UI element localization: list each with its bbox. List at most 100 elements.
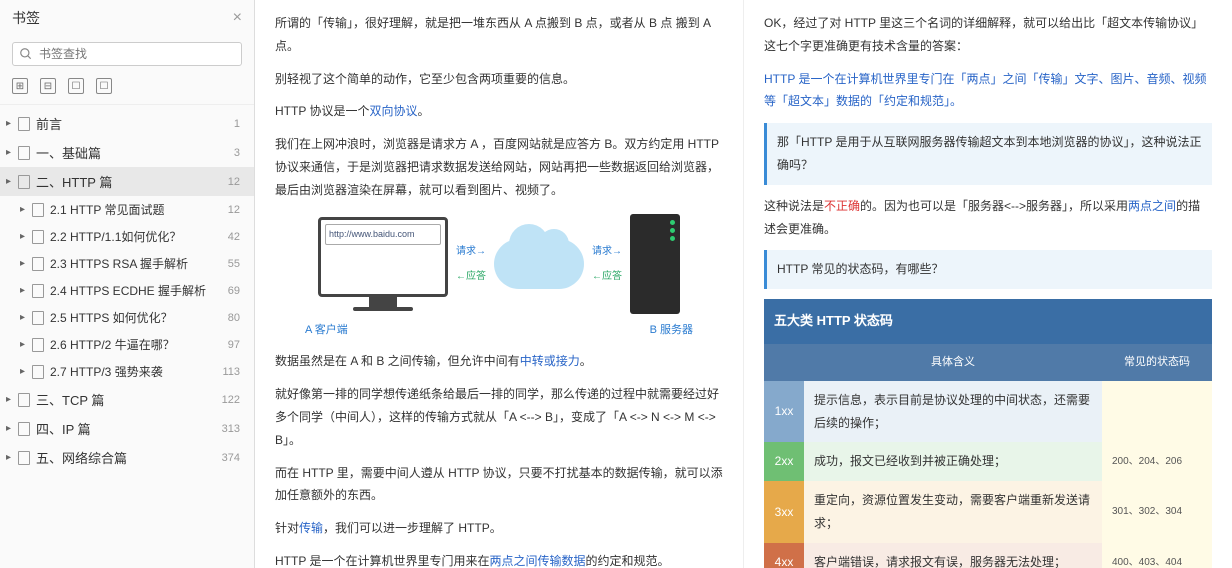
search-icon — [19, 47, 33, 61]
doc-icon — [32, 365, 44, 379]
bookmark-item[interactable]: ▸2.4 HTTPS ECDHE 握手解析69 — [0, 277, 254, 304]
cloud-icon — [494, 239, 584, 289]
table-row: 4xx客户端错误，请求报文有误，服务器无法处理；400、403、404 — [764, 543, 1212, 568]
sidebar-tools: ⊞ ⊟ ☐ ☐ — [0, 72, 254, 105]
paragraph: 针对传输，我们可以进一步理解了 HTTP。 — [275, 517, 723, 540]
caret-icon: ▸ — [6, 452, 16, 463]
doc-icon — [32, 284, 44, 298]
summary-link[interactable]: HTTP 是一个在计算机世界里专门在「两点」之间「传输」文字、图片、音频、视频等… — [764, 72, 1206, 109]
page-number: 313 — [222, 423, 244, 435]
page-number: 55 — [228, 258, 244, 270]
bookmark-icon[interactable]: ☐ — [68, 78, 84, 94]
caret-icon: ▸ — [20, 339, 30, 350]
page-number: 12 — [228, 176, 244, 188]
table-row: 2xx成功，报文已经收到并被正确处理；200、204、206 — [764, 442, 1212, 481]
paragraph: 我们在上网冲浪时，浏览器是请求方 A ，百度网站就是应答方 B。双方约定用 HT… — [275, 133, 723, 201]
caret-icon: ▸ — [20, 204, 30, 215]
bookmark-item[interactable]: ▸一、基础篇3 — [0, 138, 254, 167]
bookmark2-icon[interactable]: ☐ — [96, 78, 112, 94]
bookmark-item[interactable]: ▸ 2.6 HTTP/2 牛逼在哪？97 — [0, 331, 254, 358]
bookmark-label: 前言 — [36, 114, 234, 133]
paragraph: HTTP 协议是一个双向协议。 — [275, 100, 723, 123]
paragraph: 这种说法是不正确的。因为也可以是「服务器<-->服务器」，所以采用两点之间的描述… — [764, 195, 1212, 241]
bookmark-item[interactable]: ▸2.1 HTTP 常见面试题12 — [0, 196, 254, 223]
close-icon[interactable]: × — [233, 9, 242, 27]
bookmark-item[interactable]: ▸ 2.5 HTTPS 如何优化？80 — [0, 304, 254, 331]
bookmark-label: 2.6 HTTP/2 牛逼在哪？ — [50, 336, 228, 353]
bookmark-label: 2.2 HTTP/1.1如何优化？ — [50, 228, 228, 245]
doc-icon — [18, 175, 30, 189]
bookmark-label: 一、基础篇 — [36, 143, 234, 162]
caret-icon: ▸ — [6, 394, 16, 405]
bookmark-item[interactable]: ▸ 2.3 HTTPS RSA 握手解析55 — [0, 250, 254, 277]
bookmark-label: 2.1 HTTP 常见面试题 — [50, 201, 228, 218]
sidebar-title: 书签 — [12, 8, 40, 28]
status-code-table: 五大类 HTTP 状态码 具体含义常见的状态码 1xx提示信息，表示目前是协议处… — [764, 299, 1212, 568]
doc-icon — [32, 230, 44, 244]
bookmark-label: 2.7 HTTP/3 强势来袭 — [50, 363, 222, 380]
page-number: 80 — [228, 312, 244, 324]
arrows: 请求→ ←应答 — [592, 242, 622, 286]
paragraph: 而在 HTTP 里，需要中间人遵从 HTTP 协议，只要不打扰基本的数据传输，就… — [275, 462, 723, 508]
page-number: 113 — [222, 366, 244, 378]
collapse-icon[interactable]: ⊟ — [40, 78, 56, 94]
caret-icon: ▸ — [6, 176, 16, 187]
search-input[interactable] — [39, 47, 235, 61]
paragraph: 数据虽然是在 A 和 B 之间传输，但允许中间有中转或接力。 — [275, 350, 723, 373]
client-icon: http://www.baidu.com — [318, 217, 448, 311]
paragraph: 就好像第一排的同学想传递纸条给最后一排的同学，那么传递的过程中就需要经过好多个同… — [275, 383, 723, 451]
bookmarks-sidebar: 书签 × ⊞ ⊟ ☐ ☐ ▸前言1▸一、基础篇3▸二、HTTP 篇12▸2.1 … — [0, 0, 255, 568]
bookmark-label: 二、HTTP 篇 — [36, 172, 228, 191]
bookmark-label: 2.3 HTTPS RSA 握手解析 — [50, 255, 228, 272]
page-number: 1 — [234, 118, 244, 130]
link[interactable]: 两点之间传输数据 — [489, 554, 585, 568]
doc-icon — [32, 203, 44, 217]
bookmark-tree: ▸前言1▸一、基础篇3▸二、HTTP 篇12▸2.1 HTTP 常见面试题12▸… — [0, 105, 254, 568]
paragraph: 所谓的「传输」，很好理解，就是把一堆东西从 A 点搬到 B 点，或者从 B 点 … — [275, 12, 723, 58]
bookmark-label: 2.5 HTTPS 如何优化？ — [50, 309, 228, 326]
bookmark-item[interactable]: ▸ 前言1 — [0, 109, 254, 138]
bookmark-label: 2.4 HTTPS ECDHE 握手解析 — [50, 282, 228, 299]
caret-icon: ▸ — [20, 231, 30, 242]
expand-icon[interactable]: ⊞ — [12, 78, 28, 94]
caret-icon: ▸ — [20, 258, 30, 269]
paragraph: OK，经过了对 HTTP 里这三个名词的详细解释，就可以给出比「超文本传输协议」… — [764, 12, 1212, 58]
link[interactable]: 中转或接力 — [520, 354, 580, 368]
url-bar: http://www.baidu.com — [325, 224, 441, 245]
paragraph: 别轻视了这个简单的动作，它至少包含两项重要的信息。 — [275, 68, 723, 91]
doc-icon — [32, 311, 44, 325]
page-number: 3 — [234, 147, 244, 159]
table-header: 常见的状态码 — [1102, 344, 1212, 381]
page-number: 97 — [228, 339, 244, 351]
callout: 那「HTTP 是用于从互联网服务器传输超文本到本地浏览器的协议」，这种说法正确吗… — [764, 123, 1212, 185]
caret-icon: ▸ — [20, 312, 30, 323]
doc-icon — [18, 117, 30, 131]
page-number: 42 — [228, 231, 244, 243]
bookmark-item[interactable]: ▸2.7 HTTP/3 强势来袭113 — [0, 358, 254, 385]
bookmark-label: 三、TCP 篇 — [36, 390, 222, 409]
caret-icon: ▸ — [6, 423, 16, 434]
link[interactable]: 两点之间 — [1128, 199, 1176, 213]
arrows: 请求→ ←应答 — [456, 242, 486, 286]
caption-server: B 服务器 — [650, 320, 693, 341]
search-box[interactable] — [12, 42, 242, 66]
link[interactable]: 双向协议 — [369, 104, 417, 118]
doc-icon — [32, 257, 44, 271]
doc-icon — [18, 146, 30, 160]
paragraph: HTTP 是一个在计算机世界里专门用来在两点之间传输数据的约定和规范。 — [275, 550, 723, 568]
table-header: 具体含义 — [804, 344, 1102, 381]
callout: HTTP 常见的状态码，有哪些？ — [764, 250, 1212, 289]
bookmark-label: 五、网络综合篇 — [36, 448, 222, 467]
caption-client: A 客户端 — [305, 320, 348, 341]
bookmark-item[interactable]: ▸五、网络综合篇374 — [0, 443, 254, 472]
link[interactable]: 传输 — [299, 521, 323, 535]
bookmark-item[interactable]: ▸ 2.2 HTTP/1.1如何优化？42 — [0, 223, 254, 250]
bookmark-item[interactable]: ▸ 二、HTTP 篇12 — [0, 167, 254, 196]
bookmark-item[interactable]: ▸三、TCP 篇122 — [0, 385, 254, 414]
page-number: 69 — [228, 285, 244, 297]
doc-icon — [32, 338, 44, 352]
bookmark-item[interactable]: ▸四、IP 篇313 — [0, 414, 254, 443]
caret-icon: ▸ — [6, 118, 16, 129]
page-left: 所谓的「传输」，很好理解，就是把一堆东西从 A 点搬到 B 点，或者从 B 点 … — [255, 0, 744, 568]
page-right: OK，经过了对 HTTP 里这三个名词的详细解释，就可以给出比「超文本传输协议」… — [744, 0, 1232, 568]
